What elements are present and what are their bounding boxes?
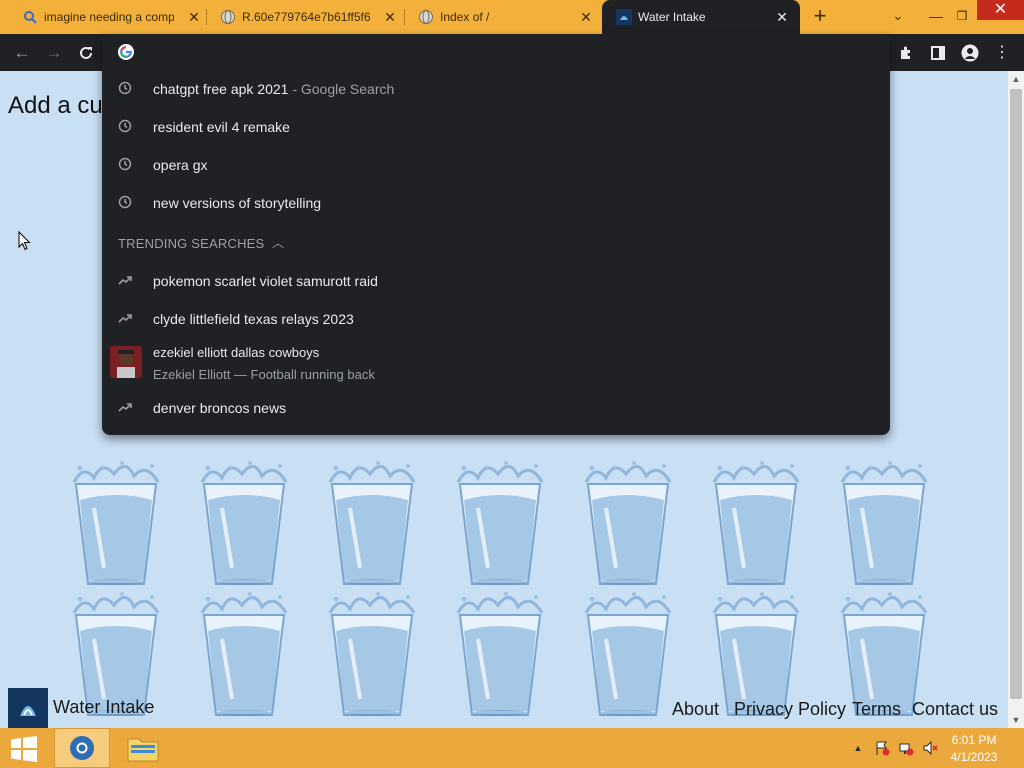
network-icon[interactable] xyxy=(898,740,914,756)
tab-title: Water Intake xyxy=(638,10,706,24)
close-tab-icon[interactable]: ✕ xyxy=(186,9,202,25)
water-glass-image xyxy=(576,591,680,719)
suggestion-text: chatgpt free apk 2021 xyxy=(153,81,289,97)
suggestion-recent-3[interactable]: opera gx xyxy=(102,146,890,184)
tab-title: Index of / xyxy=(440,10,490,24)
profile-avatar-icon[interactable] xyxy=(958,41,982,65)
water-logo-icon xyxy=(616,9,632,25)
trending-arrow-icon xyxy=(116,273,134,291)
page-title: Add a cu xyxy=(8,92,103,119)
footer-link-contact-us[interactable]: Contact us xyxy=(912,699,998,720)
water-glass-image xyxy=(192,460,296,588)
chevron-up-icon[interactable]: ︿ xyxy=(270,235,286,251)
back-button[interactable]: ← xyxy=(10,41,34,65)
footer-link-terms[interactable]: Terms xyxy=(852,699,901,720)
water-glass-image xyxy=(192,591,296,719)
suggestion-text: ezekiel elliott dallas cowboys xyxy=(153,345,320,360)
side-panel-icon[interactable] xyxy=(926,41,950,65)
tab-image-file[interactable]: R.60e779764e7b61ff5f60 ✕ xyxy=(206,0,404,34)
trending-arrow-icon xyxy=(116,311,134,329)
water-glass-image xyxy=(704,460,808,588)
omnibox-dropdown: chatgpt free apk 2021 - Google Search re… xyxy=(102,34,890,435)
action-center-flag-icon[interactable] xyxy=(874,740,890,756)
close-tab-icon[interactable]: ✕ xyxy=(578,9,594,25)
scroll-down-arrow-icon[interactable]: ▼ xyxy=(1008,712,1024,728)
suggestion-text: resident evil 4 remake xyxy=(153,119,290,135)
taskbar-browser-button[interactable] xyxy=(54,728,110,768)
history-clock-icon xyxy=(116,195,134,213)
history-clock-icon xyxy=(116,157,134,175)
restore-button[interactable]: ❐ xyxy=(950,4,974,28)
folder-icon xyxy=(127,738,159,762)
menu-kebab-icon[interactable]: ⋮ xyxy=(990,41,1014,65)
scroll-up-arrow-icon[interactable]: ▲ xyxy=(1008,71,1024,87)
footer-brand-name[interactable]: Water Intake xyxy=(53,697,154,718)
windows-taskbar: ▲ 6:01 PM 4/1/2023 xyxy=(0,728,1024,768)
water-glass-image xyxy=(448,591,552,719)
water-glass-image xyxy=(576,460,680,588)
trending-searches-header: TRENDING SEARCHES xyxy=(118,236,265,251)
water-glass-image xyxy=(64,460,168,588)
suggestion-text: opera gx xyxy=(153,157,208,173)
page-scrollbar[interactable]: ▲ ▼ xyxy=(1008,71,1024,728)
tab-imagine-needing[interactable]: imagine needing a comp ✕ xyxy=(8,0,206,34)
close-tab-icon[interactable]: ✕ xyxy=(774,9,790,25)
globe-icon xyxy=(418,9,434,25)
minimize-button[interactable]: — xyxy=(924,4,948,28)
window-close-button[interactable]: ✕ xyxy=(977,0,1024,20)
globe-icon xyxy=(220,9,236,25)
footer-link-about[interactable]: About xyxy=(672,699,719,720)
chevron-down-icon[interactable]: ⌄ xyxy=(886,4,910,28)
tab-title: imagine needing a comp xyxy=(44,10,174,24)
clock-date[interactable]: 4/1/2023 xyxy=(944,750,1004,764)
water-glass-image xyxy=(320,460,424,588)
scrollbar-thumb[interactable] xyxy=(1010,89,1022,699)
browser-icon xyxy=(70,736,94,760)
history-clock-icon xyxy=(116,119,134,137)
water-glass-image xyxy=(448,460,552,588)
address-bar-input[interactable] xyxy=(102,34,890,70)
suggestion-text: pokemon scarlet violet samurott raid xyxy=(153,273,378,289)
suggestion-text: clyde littlefield texas relays 2023 xyxy=(153,311,354,327)
suggestion-suffix: - Google Search xyxy=(292,81,395,97)
extensions-icon[interactable] xyxy=(894,41,918,65)
person-thumbnail xyxy=(110,346,142,378)
water-glass-image xyxy=(832,460,936,588)
windows-start-button[interactable] xyxy=(10,736,38,762)
trending-arrow-icon xyxy=(116,400,134,418)
water-glass-image xyxy=(320,591,424,719)
tab-water-intake[interactable]: Water Intake ✕ xyxy=(602,0,800,34)
search-icon xyxy=(22,9,38,25)
mouse-pointer-icon xyxy=(18,230,32,251)
suggestion-recent-1[interactable]: chatgpt free apk 2021 - Google Search xyxy=(102,70,890,108)
forward-button[interactable]: → xyxy=(42,41,66,65)
brand-logo[interactable] xyxy=(8,688,48,728)
history-clock-icon xyxy=(116,81,134,99)
new-tab-button[interactable]: + xyxy=(808,4,832,28)
suggestion-text: denver broncos news xyxy=(153,400,287,416)
tab-index-of[interactable]: Index of / ✕ xyxy=(404,0,602,34)
taskbar-file-explorer-button[interactable] xyxy=(114,728,172,768)
close-tab-icon[interactable]: ✕ xyxy=(382,9,398,25)
suggestion-subtitle: Ezekiel Elliott — Football running back xyxy=(153,367,375,382)
clock-time[interactable]: 6:01 PM xyxy=(944,733,1004,747)
suggestion-text: new versions of storytelling xyxy=(153,195,322,211)
tab-strip: imagine needing a comp ✕ R.60e779764e7b6… xyxy=(0,0,1024,34)
reload-button[interactable] xyxy=(74,41,98,65)
suggestion-trending-4[interactable]: denver broncos news xyxy=(102,389,890,427)
suggestion-trending-1[interactable]: pokemon scarlet violet samurott raid xyxy=(102,262,890,300)
suggestion-recent-2[interactable]: resident evil 4 remake xyxy=(102,108,890,146)
google-g-icon xyxy=(118,44,134,60)
footer-link-privacy-policy[interactable]: Privacy Policy xyxy=(734,699,846,720)
show-hidden-icons-chevron[interactable]: ▲ xyxy=(850,740,866,756)
suggestion-recent-4[interactable]: new versions of storytelling xyxy=(102,184,890,222)
tab-title: R.60e779764e7b61ff5f60 xyxy=(242,10,370,24)
volume-muted-icon[interactable] xyxy=(922,740,938,756)
suggestion-trending-2[interactable]: clyde littlefield texas relays 2023 xyxy=(102,300,890,338)
